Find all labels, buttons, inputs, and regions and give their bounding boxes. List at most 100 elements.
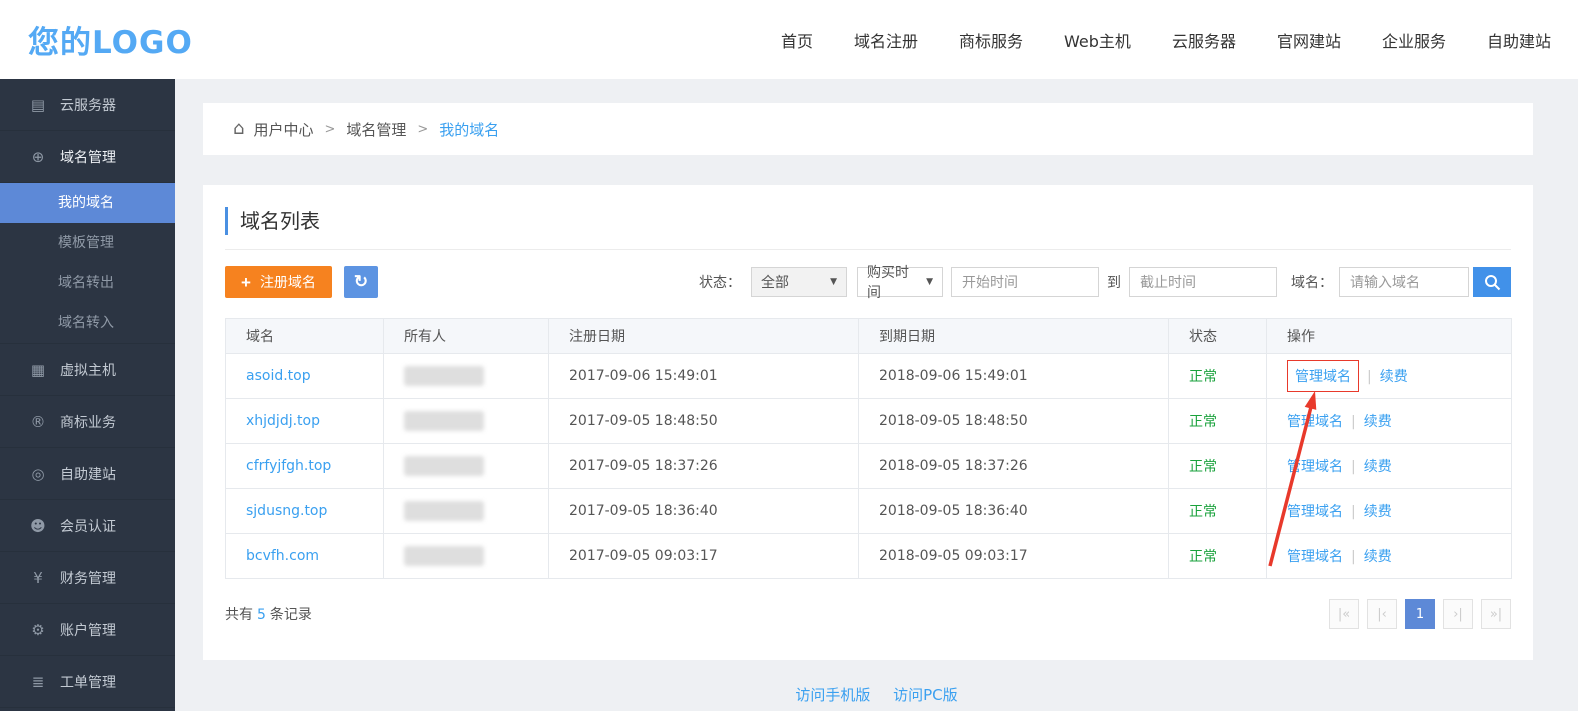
next-page-button[interactable]: ›| xyxy=(1443,599,1473,629)
domain-list-panel: 域名列表 + 注册域名 ↻ 状态： 全部 ▼ 购买时间 ▼ xyxy=(203,185,1533,660)
sidebar-item-self-build-site[interactable]: ◎ 自助建站 xyxy=(0,448,175,500)
status-badge: 正常 xyxy=(1189,504,1217,520)
sidebar-item-label: 会员认证 xyxy=(60,516,116,536)
record-count-summary: 共有5条记录 xyxy=(225,604,312,624)
domain-link[interactable]: asoid.top xyxy=(246,368,311,384)
mobile-version-link[interactable]: 访问手机版 xyxy=(795,686,870,704)
globe-icon: ⊕ xyxy=(28,148,48,166)
breadcrumb-my-domains[interactable]: 我的域名 xyxy=(439,119,499,140)
expires-date: 2018-09-05 18:37:26 xyxy=(859,444,1169,489)
sidebar-item-trademark-business[interactable]: ® 商标业务 xyxy=(0,396,175,448)
sidebar-item-virtual-host[interactable]: ▦ 虚拟主机 xyxy=(0,344,175,396)
sidebar-item-label: 财务管理 xyxy=(60,568,116,588)
start-date-input[interactable] xyxy=(951,267,1099,297)
action-divider: | xyxy=(1367,369,1372,385)
status-select[interactable]: 全部 ▼ xyxy=(751,267,847,297)
col-header-expires: 到期日期 xyxy=(859,319,1169,354)
sidebar: ▤ 云服务器 ⊕ 域名管理 我的域名 模板管理 域名转出 域名转入 ▦ 虚拟主机… xyxy=(0,79,175,711)
refresh-icon: ↻ xyxy=(354,272,368,291)
domain-link[interactable]: cfrfyjfgh.top xyxy=(246,458,331,474)
record-count: 5 xyxy=(257,607,266,623)
sidebar-item-cloud-server[interactable]: ▤ 云服务器 xyxy=(0,79,175,131)
manage-domain-link[interactable]: 管理域名 xyxy=(1287,414,1343,430)
registered-date: 2017-09-05 18:37:26 xyxy=(549,444,859,489)
sidebar-subitem-domain-transfer-in[interactable]: 域名转入 xyxy=(0,303,175,343)
table-row: asoid.top 2017-09-06 15:49:01 2018-09-06… xyxy=(226,354,1512,399)
domain-link[interactable]: sjdusng.top xyxy=(246,503,327,519)
domain-link[interactable]: xhjdjdj.top xyxy=(246,413,320,429)
sidebar-item-label: 云服务器 xyxy=(60,95,116,115)
sidebar-item-account-management[interactable]: ⚙ 账户管理 xyxy=(0,604,175,656)
nav-item-official-site[interactable]: 官网建站 xyxy=(1277,28,1341,52)
sidebar-subitem-template-management[interactable]: 模板管理 xyxy=(0,223,175,263)
owner-redacted xyxy=(404,546,484,566)
register-domain-label: 注册域名 xyxy=(260,272,316,292)
refresh-button[interactable]: ↻ xyxy=(344,266,378,298)
renew-link[interactable]: 续费 xyxy=(1364,414,1392,430)
sidebar-item-label: 商标业务 xyxy=(60,412,116,432)
domain-link[interactable]: bcvfh.com xyxy=(246,548,319,564)
nav-item-self-build[interactable]: 自助建站 xyxy=(1487,28,1551,52)
renew-link[interactable]: 续费 xyxy=(1364,504,1392,520)
renew-link[interactable]: 续费 xyxy=(1364,459,1392,475)
expires-date: 2018-09-05 18:36:40 xyxy=(859,489,1169,534)
search-button[interactable] xyxy=(1473,267,1511,297)
registered-date: 2017-09-06 15:49:01 xyxy=(549,354,859,399)
nav-item-enterprise-service[interactable]: 企业服务 xyxy=(1382,28,1446,52)
prev-page-button[interactable]: |‹ xyxy=(1367,599,1397,629)
expires-date: 2018-09-06 15:49:01 xyxy=(859,354,1169,399)
sidebar-item-member-verification[interactable]: ☻ 会员认证 xyxy=(0,500,175,552)
breadcrumb-user-center[interactable]: 用户中心 xyxy=(253,119,313,140)
plus-icon: + xyxy=(241,274,251,291)
sidebar-item-domain-management[interactable]: ⊕ 域名管理 xyxy=(0,131,175,183)
registered-date: 2017-09-05 18:48:50 xyxy=(549,399,859,444)
renew-link[interactable]: 续费 xyxy=(1380,369,1408,385)
page-1-button[interactable]: 1 xyxy=(1405,599,1435,629)
status-badge: 正常 xyxy=(1189,414,1217,430)
first-page-button[interactable]: |« xyxy=(1329,599,1359,629)
action-divider: | xyxy=(1351,504,1356,520)
sidebar-item-label: 工单管理 xyxy=(60,672,116,692)
sidebar-subitem-my-domains[interactable]: 我的域名 xyxy=(0,183,175,223)
breadcrumb: ⌂ 用户中心 > 域名管理 > 我的域名 xyxy=(203,103,1533,155)
nav-item-cloud-server[interactable]: 云服务器 xyxy=(1172,28,1236,52)
last-page-button[interactable]: »| xyxy=(1481,599,1511,629)
renew-link[interactable]: 续费 xyxy=(1364,549,1392,565)
sidebar-subitem-domain-transfer-out[interactable]: 域名转出 xyxy=(0,263,175,303)
sidebar-item-finance-management[interactable]: ¥ 财务管理 xyxy=(0,552,175,604)
time-type-select[interactable]: 购买时间 ▼ xyxy=(857,267,943,297)
site-footer: 访问手机版 访问PC版 xyxy=(175,684,1578,705)
manage-domain-link[interactable]: 管理域名 xyxy=(1295,369,1351,385)
pc-version-link[interactable]: 访问PC版 xyxy=(893,686,958,704)
gear-icon: ⚙ xyxy=(28,621,48,639)
nav-item-home[interactable]: 首页 xyxy=(781,28,813,52)
manage-domain-link[interactable]: 管理域名 xyxy=(1287,459,1343,475)
logo[interactable]: 您的LOGO xyxy=(28,17,193,62)
summary-suffix: 条记录 xyxy=(270,607,312,623)
nav-item-web-hosting[interactable]: Web主机 xyxy=(1064,28,1131,52)
main-content: ⌂ 用户中心 > 域名管理 > 我的域名 域名列表 + 注册域名 ↻ 状态： 全… xyxy=(175,79,1578,711)
breadcrumb-domain-management[interactable]: 域名管理 xyxy=(346,119,406,140)
to-label: 到 xyxy=(1107,272,1121,292)
sidebar-item-ticket-management[interactable]: ≣ 工单管理 xyxy=(0,656,175,708)
nav-item-domain-register[interactable]: 域名注册 xyxy=(854,28,918,52)
register-domain-button[interactable]: + 注册域名 xyxy=(225,266,332,298)
manage-domain-link[interactable]: 管理域名 xyxy=(1287,549,1343,565)
search-icon xyxy=(1484,274,1501,291)
summary-prefix: 共有 xyxy=(225,607,253,623)
end-date-input[interactable] xyxy=(1129,267,1277,297)
registered-date: 2017-09-05 09:03:17 xyxy=(549,534,859,579)
top-nav: 首页 域名注册 商标服务 Web主机 云服务器 官网建站 企业服务 自助建站 xyxy=(781,28,1551,52)
site-builder-icon: ◎ xyxy=(28,465,48,483)
host-icon: ▦ xyxy=(28,361,48,379)
domain-table: 域名 所有人 注册日期 到期日期 状态 操作 asoid.top 2017-09… xyxy=(225,318,1512,579)
domain-search-input[interactable] xyxy=(1339,267,1469,297)
manage-domain-link[interactable]: 管理域名 xyxy=(1287,504,1343,520)
owner-redacted xyxy=(404,366,484,386)
sidebar-item-label: 虚拟主机 xyxy=(60,360,116,380)
domain-management-submenu: 我的域名 模板管理 域名转出 域名转入 xyxy=(0,183,175,344)
expires-date: 2018-09-05 09:03:17 xyxy=(859,534,1169,579)
nav-item-trademark-service[interactable]: 商标服务 xyxy=(959,28,1023,52)
status-select-value: 全部 xyxy=(761,272,789,292)
col-header-owner: 所有人 xyxy=(384,319,549,354)
